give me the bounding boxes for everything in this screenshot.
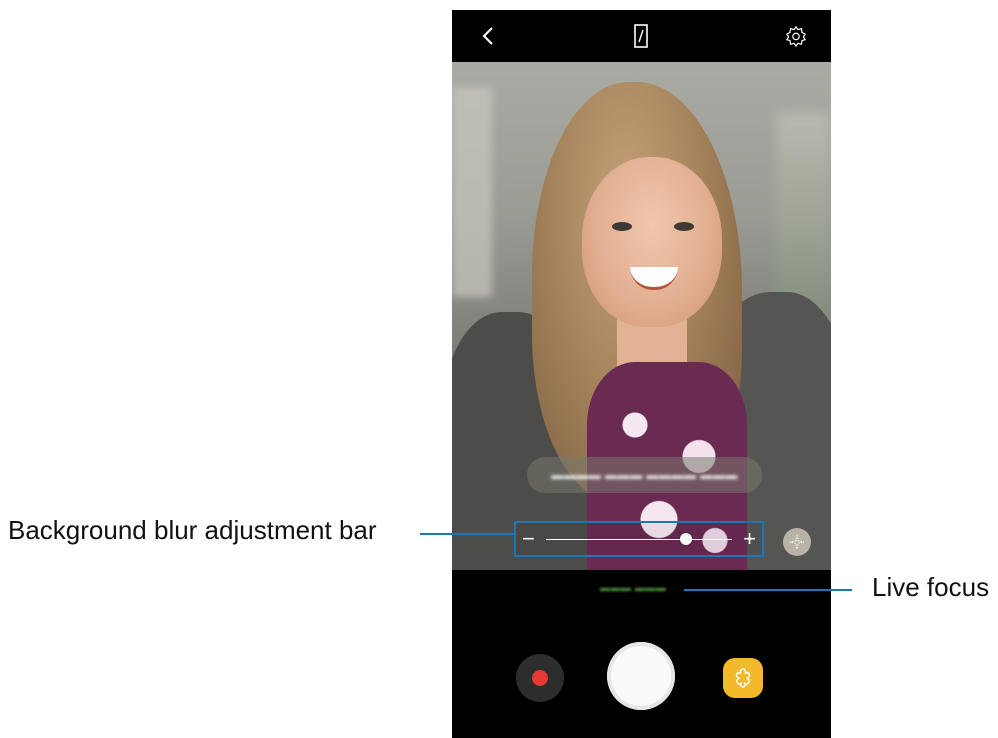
aspect-ratio-button[interactable]: [625, 20, 657, 52]
blur-slider-track[interactable]: [546, 539, 732, 540]
sparkle-effect-icon: [789, 534, 805, 550]
record-icon: [532, 670, 548, 686]
blur-bar-callout-line: [420, 533, 516, 535]
gear-icon: [785, 25, 807, 47]
back-button[interactable]: [472, 20, 504, 52]
sticker-button[interactable]: [723, 658, 763, 698]
record-button[interactable]: [516, 654, 564, 702]
blur-increase-icon[interactable]: +: [743, 526, 756, 552]
background-blur-adjustment-bar[interactable]: − +: [514, 521, 764, 557]
shutter-button[interactable]: [607, 642, 675, 710]
camera-controls: [452, 610, 831, 738]
blur-decrease-icon[interactable]: −: [522, 526, 535, 552]
live-focus-callout-line: [684, 589, 852, 591]
camera-screen: ▬▬▬▬ ▬▬▬ ▬▬▬▬ ▬▬▬ − + ▬▬▬ ▬▬▬: [452, 10, 831, 738]
hint-message: ▬▬▬▬ ▬▬▬ ▬▬▬▬ ▬▬▬: [527, 457, 762, 493]
blur-slider-thumb[interactable]: [679, 533, 692, 545]
camera-viewfinder[interactable]: ▬▬▬▬ ▬▬▬ ▬▬▬▬ ▬▬▬ − +: [452, 62, 831, 570]
hint-text-blurred: ▬▬▬▬ ▬▬▬ ▬▬▬▬ ▬▬▬: [551, 468, 738, 482]
blur-bar-callout-label: Background blur adjustment bar: [8, 515, 377, 545]
back-arrow-icon: [482, 27, 493, 45]
effect-button[interactable]: [783, 528, 811, 556]
flower-sticker-icon: [735, 668, 751, 688]
settings-button[interactable]: [780, 20, 812, 52]
aspect-ratio-icon: [634, 24, 648, 48]
selfie-preview-image: [452, 62, 831, 570]
live-focus-mode-label[interactable]: ▬▬▬ ▬▬▬: [600, 583, 666, 594]
camera-top-bar: [452, 10, 831, 62]
live-focus-callout-label: Live focus: [872, 572, 990, 602]
